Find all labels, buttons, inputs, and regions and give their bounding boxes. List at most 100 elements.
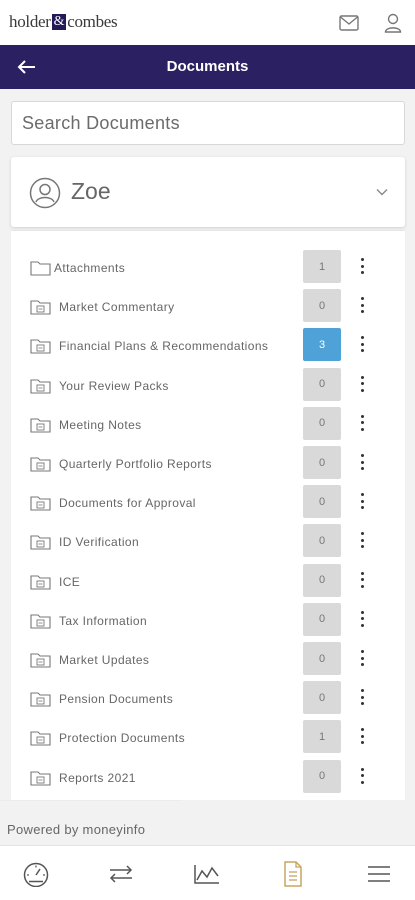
more-options-icon[interactable]	[355, 648, 369, 668]
nav-dashboard[interactable]	[19, 860, 53, 888]
client-selector[interactable]: Zoe	[11, 157, 405, 227]
chart-line-icon	[194, 865, 219, 884]
mail-button[interactable]	[338, 12, 360, 34]
folder-icon	[30, 261, 51, 276]
menu-dot	[360, 767, 364, 771]
folder-row[interactable]: ID Verification 0	[11, 522, 405, 561]
folder-doc-icon	[30, 653, 51, 668]
folder-row[interactable]: Financial Plans & Recommendations 3	[11, 326, 405, 365]
folder-doc-icon	[30, 418, 51, 433]
folder-row[interactable]: Market Updates 0	[11, 640, 405, 679]
more-options-icon[interactable]	[355, 491, 369, 511]
document-count-badge: 0	[303, 367, 341, 401]
menu-dot	[360, 297, 364, 301]
folder-doc-icon	[30, 339, 51, 354]
menu-dot	[360, 460, 364, 464]
menu-dot	[360, 506, 364, 510]
folder-doc-icon	[30, 575, 51, 590]
folder-doc-icon	[30, 457, 51, 472]
menu-dot	[360, 774, 364, 778]
folder-label: Quarterly Portfolio Reports	[59, 457, 212, 471]
more-options-icon[interactable]	[355, 413, 369, 433]
nav-transfers[interactable]	[104, 860, 138, 888]
folder-doc-icon	[30, 731, 51, 746]
folder-row[interactable]: Your Review Packs 0	[11, 366, 405, 405]
more-options-icon[interactable]	[355, 687, 369, 707]
menu-dot	[360, 578, 364, 582]
folder-label: Pension Documents	[59, 692, 174, 707]
document-count-badge: 0	[303, 602, 341, 636]
more-options-icon[interactable]	[355, 256, 369, 276]
menu-dot	[360, 414, 364, 418]
brand-logo: holder & combes	[9, 12, 118, 32]
more-options-icon[interactable]	[355, 530, 369, 550]
menu-dot	[360, 493, 364, 497]
document-count-badge: 0	[303, 642, 341, 675]
menu-dot	[360, 310, 364, 314]
more-options-icon[interactable]	[355, 766, 369, 786]
menu-dot	[360, 499, 364, 503]
folder-label: Financial Plans & Recommendations	[59, 339, 269, 354]
folder-list: Attachments 1 Market Commentary 0 Financial …	[11, 230, 405, 800]
chevron-down-icon	[376, 189, 388, 196]
menu-dot	[360, 623, 364, 627]
folder-label: Market Updates	[59, 653, 150, 667]
user-icon	[384, 13, 402, 33]
folder-row[interactable]: Protection Documents 1	[11, 718, 405, 757]
menu-dot	[360, 532, 364, 536]
search-input[interactable]	[12, 102, 404, 144]
more-options-icon[interactable]	[355, 295, 369, 315]
folder-row[interactable]: Pension Documents 0	[11, 679, 405, 718]
more-options-icon[interactable]	[355, 609, 369, 629]
user-circle-icon	[29, 177, 61, 209]
nav-menu[interactable]	[362, 860, 396, 888]
more-options-icon[interactable]	[355, 334, 369, 354]
menu-dot	[360, 271, 364, 274]
document-count-badge: 0	[303, 759, 341, 793]
document-count-badge: 0	[303, 563, 341, 597]
gauge-icon	[23, 862, 49, 887]
mail-icon	[339, 15, 359, 31]
menu-dot	[360, 741, 364, 745]
menu-dot	[360, 342, 364, 346]
folder-label: ID Verification	[59, 535, 140, 550]
folder-doc-icon	[30, 496, 51, 511]
folder-row[interactable]: Quarterly Portfolio Reports 0	[11, 444, 405, 483]
folder-row[interactable]: Reports 2021 0	[11, 758, 405, 797]
folder-row[interactable]: Documents for Approval 0	[11, 483, 405, 522]
hamburger-icon	[368, 866, 390, 882]
more-options-icon[interactable]	[355, 452, 369, 472]
menu-dot	[360, 467, 364, 470]
menu-dot	[360, 610, 364, 614]
folder-row[interactable]: Meeting Notes 0	[11, 405, 405, 444]
divider	[0, 800, 182, 801]
document-count-badge: 3	[303, 328, 341, 362]
menu-dot	[360, 584, 364, 588]
folder-row[interactable]: ICE 0	[11, 562, 405, 601]
document-count-badge: 1	[303, 720, 341, 754]
more-options-icon[interactable]	[355, 374, 369, 394]
page-title: Documents	[166, 58, 249, 75]
document-count-badge: 0	[303, 485, 341, 519]
document-count-badge: 0	[303, 446, 341, 479]
nav-documents[interactable]	[276, 860, 310, 888]
menu-dot	[360, 663, 364, 666]
nav-performance[interactable]	[190, 860, 224, 888]
more-options-icon[interactable]	[355, 570, 369, 590]
folder-row[interactable]: Tax Information 0	[11, 601, 405, 640]
folder-label: Your Review Packs	[59, 378, 169, 393]
more-options-icon[interactable]	[355, 726, 369, 746]
menu-dot	[360, 421, 364, 425]
folder-doc-icon	[30, 614, 51, 629]
folder-row[interactable]: Market Commentary 0	[11, 287, 405, 326]
profile-button[interactable]	[382, 12, 404, 34]
folder-label: Documents for Approval	[59, 496, 196, 511]
folder-doc-icon	[30, 535, 51, 550]
menu-dot	[360, 656, 364, 660]
top-bar: holder & combes	[0, 0, 415, 45]
menu-dot	[360, 349, 364, 353]
menu-dot	[360, 734, 364, 738]
document-count-badge: 0	[303, 289, 341, 323]
folder-row[interactable]: Attachments 1	[11, 248, 405, 287]
arrows-swap-icon	[109, 865, 133, 883]
